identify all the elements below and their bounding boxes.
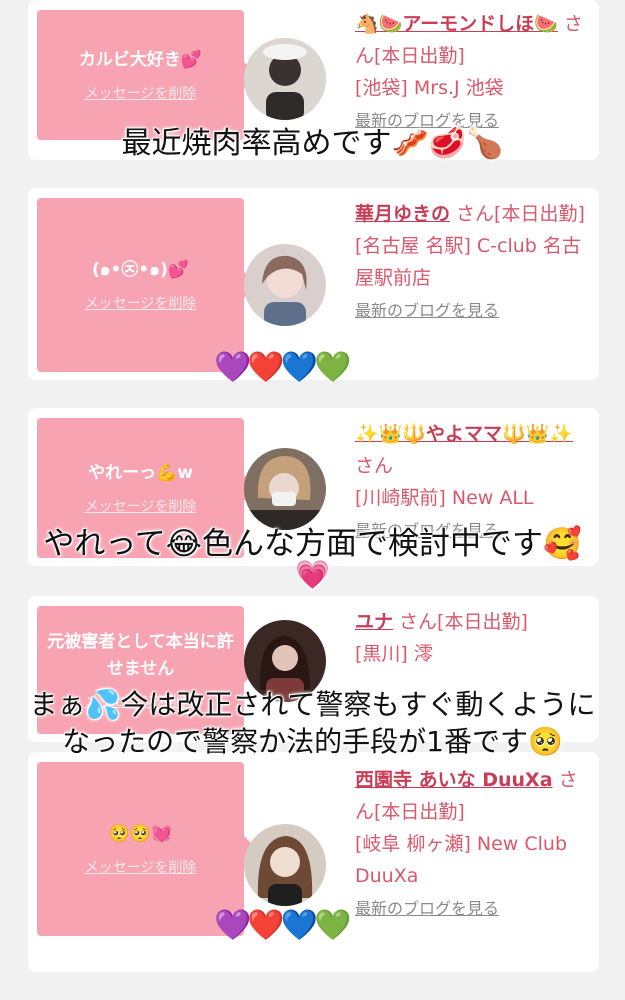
avatar[interactable]: [244, 38, 326, 120]
avatar-image: [244, 824, 326, 906]
shop-name: [黒川] 澪: [355, 643, 433, 665]
caption-heart: 💗: [295, 558, 330, 591]
delete-message-link[interactable]: メッセージを削除: [85, 857, 197, 877]
hearts-emoji-row-1: 💜❤️💙💚: [214, 350, 351, 385]
message-text: (๑•㉨•๑)💕: [91, 260, 190, 281]
cast-info: 華月ゆきの さん[本日出勤] [名古屋 名駅] C-club 名古屋駅前店 最新…: [355, 198, 585, 327]
shop-name: [名古屋 名駅] C-club 名古屋駅前店: [355, 235, 581, 289]
caption-yakiniku: 最近焼肉率高めです🥓🥩🍗: [121, 126, 504, 161]
cast-info: ユナ さん[本日出勤] [黒川] 澪: [355, 606, 585, 670]
shop-name: [池袋] Mrs.J 池袋: [355, 77, 504, 99]
message-text: 元被害者として本当に許せません: [47, 631, 234, 679]
avatar-image: [244, 244, 326, 326]
shop-name: [川崎駅前] New ALL: [355, 487, 534, 509]
shop-name: [岐阜 柳ヶ瀬] New Club DuuXa: [355, 833, 568, 887]
delete-message-link[interactable]: メッセージを削除: [85, 293, 197, 313]
caption-keisatsu-2: なったので警察か法的手段が1番です🥺: [62, 725, 563, 758]
message-bubble: 🥺🥺💓 メッセージを削除: [37, 762, 257, 936]
caption-kentou: やれって😂色んな方面で検討中です🥰: [43, 526, 582, 562]
avatar[interactable]: [244, 824, 326, 906]
cast-name-link[interactable]: 西園寺 あいな DuuXa: [355, 769, 553, 791]
hearts-emoji-row-2: 💜❤️💙💚: [214, 908, 351, 943]
caption-keisatsu-1: まぁ💦今は改正されて警察もすぐ動くように: [29, 688, 596, 721]
cast-status: さん[本日出勤]: [450, 203, 585, 225]
message-text: 🥺🥺💓: [108, 824, 173, 845]
message-bubble: (๑•㉨•๑)💕 メッセージを削除: [37, 198, 257, 372]
cast-status: さん: [355, 455, 394, 477]
avatar[interactable]: [244, 244, 326, 326]
cast-name-link[interactable]: ✨👑🔱やよママ🔱👑✨: [355, 423, 573, 445]
blog-link[interactable]: 最新のブログを見る: [355, 899, 499, 918]
cast-name-link[interactable]: 🐴🍉アーモンドしほ🍉: [355, 13, 558, 35]
cast-status: さん[本日出勤]: [393, 611, 528, 633]
cast-name-link[interactable]: 華月ゆきの: [355, 203, 450, 225]
cast-name-link[interactable]: ユナ: [355, 611, 393, 633]
blog-link[interactable]: 最新のブログを見る: [355, 301, 499, 320]
delete-message-link[interactable]: メッセージを削除: [85, 496, 197, 516]
delete-message-link[interactable]: メッセージを削除: [85, 83, 197, 103]
message-text: カルビ大好き💕: [78, 50, 203, 71]
avatar-image: [244, 38, 326, 120]
message-text: やれーっ💪w: [88, 463, 193, 484]
cast-info: 西園寺 あいな DuuXa さん[本日出勤] [岐阜 柳ヶ瀬] New Club…: [355, 764, 585, 925]
